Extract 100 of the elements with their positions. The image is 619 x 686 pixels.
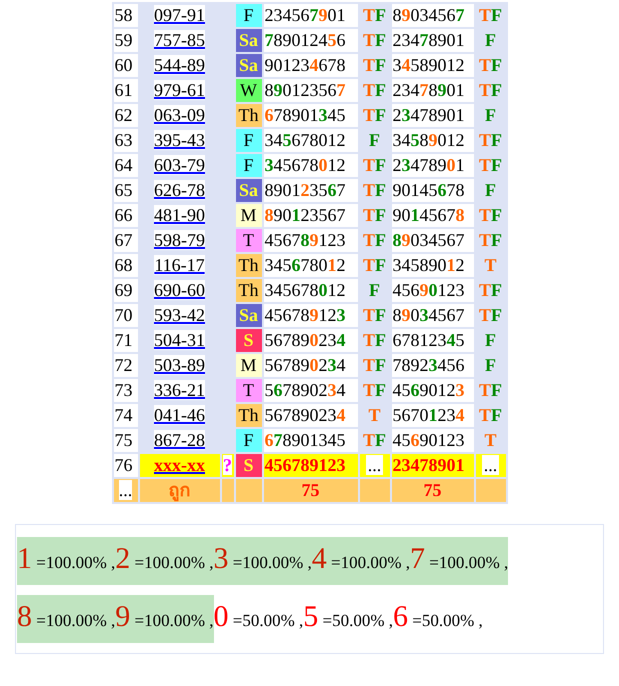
day-cell: Sa [236, 29, 262, 52]
result-label: T [368, 405, 380, 425]
day-cell: Sa [236, 304, 262, 327]
digit-sequence: 234567901 [264, 5, 346, 25]
row-number: 62 [114, 105, 132, 125]
ellipsis-mark: ... [118, 480, 132, 500]
result-label: TF [478, 80, 502, 100]
digit-sequence: 456789123 [264, 455, 346, 475]
result-label: TF [478, 205, 502, 225]
question-mark: ? [223, 455, 232, 475]
digit-stat: 0=50.00% , [214, 599, 304, 635]
day-cell: F [236, 129, 262, 152]
digit-stat: 9=100.00% , [115, 595, 214, 643]
digit-stat: 2=100.00% , [115, 537, 214, 585]
day-cell: Sa [236, 54, 262, 77]
row-number: 58 [114, 5, 132, 25]
digit-sequence: 45690123 [392, 280, 464, 300]
correct-label: ถูก [168, 480, 190, 500]
result-label: F [369, 280, 380, 300]
row-number: 67 [114, 230, 132, 250]
row-number: 72 [114, 355, 132, 375]
result-label: TF [362, 305, 386, 325]
day-cell: Th [236, 104, 262, 127]
result-label: TF [362, 55, 386, 75]
digit-stat: 7=100.00% , [410, 537, 508, 585]
result-link[interactable]: 598-79 [154, 230, 205, 250]
result-label: TF [478, 380, 502, 400]
result-link[interactable]: 626-78 [154, 180, 205, 200]
result-label: TF [478, 5, 502, 25]
digit-sequence: 89034567 [392, 305, 464, 325]
result-label: TF [362, 330, 386, 350]
result-label: TF [478, 230, 502, 250]
result-link[interactable]: 503-89 [154, 355, 205, 375]
digit-sequence: 34589012 [392, 55, 464, 75]
result-link[interactable]: 063-09 [154, 105, 205, 125]
row-number: 65 [114, 180, 132, 200]
day-cell: F [236, 154, 262, 177]
digit-sequence: 567890234 [264, 355, 346, 375]
digit-stat: 1=100.00% , [17, 537, 116, 585]
digit-sequence: 345678012 [264, 280, 346, 300]
result-label: ... [482, 455, 500, 475]
digit-sequence: 23478901 [392, 30, 464, 50]
result-link[interactable]: 690-60 [154, 280, 205, 300]
result-link[interactable]: 979-61 [154, 80, 205, 100]
digit-sequence: 567890234 [264, 380, 346, 400]
result-link[interactable]: 504-31 [154, 330, 205, 350]
digit-stat: 3=100.00% , [214, 537, 312, 585]
result-link[interactable]: 603-79 [154, 155, 205, 175]
result-link[interactable]: 336-21 [154, 380, 205, 400]
result-label: T [484, 430, 496, 450]
digit-sequence: 789012456 [264, 30, 346, 50]
result-link[interactable]: 867-28 [154, 430, 205, 450]
result-link[interactable]: 481-90 [154, 205, 205, 225]
digit-sequence: 45690123 [392, 380, 464, 400]
row-number: 69 [114, 280, 132, 300]
digit-sequence: 67812345 [392, 330, 464, 350]
hit-count: 75 [424, 480, 442, 500]
day-cell: Th [236, 279, 262, 302]
digit-sequence: 890123567 [264, 80, 346, 100]
result-label: F [369, 130, 380, 150]
day-cell: Sa [236, 179, 262, 202]
result-link[interactable]: 395-43 [154, 130, 205, 150]
row-number: 71 [114, 330, 132, 350]
result-label: TF [362, 105, 386, 125]
row-number: 73 [114, 380, 132, 400]
digit-sequence: 78923456 [392, 355, 464, 375]
digit-sequence: 90145678 [392, 205, 464, 225]
digit-sequence: 345678012 [264, 255, 346, 275]
digit-sequence: 456789123 [264, 230, 346, 250]
digit-sequence: 678901345 [264, 430, 346, 450]
result-label: TF [362, 80, 386, 100]
result-link[interactable]: 097-91 [154, 5, 205, 25]
result-link[interactable]: 757-85 [154, 30, 205, 50]
result-label: F [485, 330, 496, 350]
digit-sequence: 567890234 [264, 405, 346, 425]
row-number: 61 [114, 80, 132, 100]
digit-stat: 6=50.00% , [393, 599, 483, 635]
digit-stat: 5=50.00% , [303, 599, 393, 635]
result-label: TF [478, 155, 502, 175]
digit-sequence: 345678012 [264, 155, 346, 175]
row-number: 63 [114, 130, 132, 150]
digit-sequence: 45690123 [392, 430, 464, 450]
result-link[interactable]: 544-89 [154, 55, 205, 75]
result-label: TF [362, 230, 386, 250]
digit-stat: 8=100.00% , [17, 595, 116, 643]
result-link[interactable]: 593-42 [154, 305, 205, 325]
row-number: 60 [114, 55, 132, 75]
result-label: TF [362, 155, 386, 175]
result-label: T [484, 255, 496, 275]
day-cell: W [236, 79, 262, 102]
result-link[interactable]: 116-17 [154, 255, 205, 275]
result-link[interactable]: 041-46 [154, 405, 205, 425]
digit-sequence: 23478901 [392, 155, 464, 175]
digit-sequence: 89034567 [392, 5, 464, 25]
digit-stat: 4=100.00% , [312, 537, 410, 585]
day-cell: T [236, 229, 262, 252]
row-number: 75 [114, 430, 132, 450]
row-number: 59 [114, 30, 132, 50]
result-label: ... [366, 455, 384, 475]
result-label: TF [362, 355, 386, 375]
